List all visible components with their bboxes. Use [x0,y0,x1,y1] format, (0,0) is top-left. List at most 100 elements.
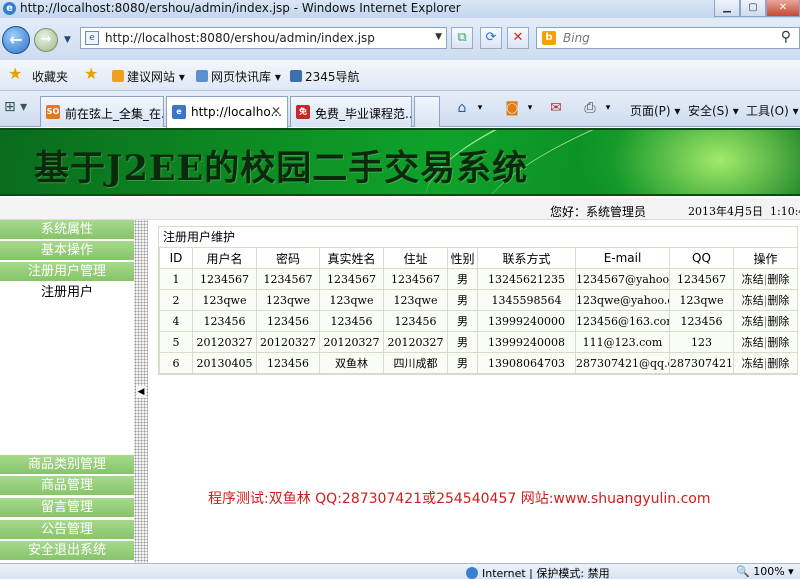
cell-password: 1234567 [256,268,320,290]
cell-phone: 13908064703 [477,352,576,374]
address-field[interactable]: e http://localhost:8080/ershou/admin/ind… [80,27,447,49]
cell-actions: 冻结|删除 [733,331,798,353]
freeze-link[interactable]: 冻结 [742,294,764,307]
page-menu[interactable]: 页面(P) ▾ [630,102,680,119]
delete-link[interactable]: 删除 [767,315,789,328]
user-maintenance-panel: 注册用户维护 ID 用户名 密码 真实姓名 住址 性别 联系方式 E-mail … [158,226,798,375]
refresh-icon[interactable]: ⟳ [480,27,502,49]
new-tab-button[interactable] [414,96,440,127]
window-controls: ▁ ▢ ✕ [714,0,800,18]
freeze-link[interactable]: 冻结 [742,273,764,286]
search-field[interactable]: b Bing ⚲ [536,27,800,49]
safety-menu[interactable]: 安全(S) ▾ [688,102,739,119]
sidebar-item-notice-management[interactable]: 公告管理 [0,520,134,540]
feeds-dropdown-icon[interactable]: ▾ [520,98,540,118]
fav-link-2345[interactable]: 2345导航 [290,68,360,85]
compatibility-view-icon[interactable]: ⧉ [451,27,473,49]
column-header: E-mail [575,247,670,269]
cell-address: 四川成都 [383,352,448,374]
zoom-level[interactable]: 🔍 100% ▾ [736,565,794,578]
cell-real-name: 123456 [319,310,384,332]
stop-icon[interactable]: ✕ [507,27,529,49]
minimize-button[interactable]: ▁ [714,0,740,17]
sidebar-item-product-management[interactable]: 商品管理 [0,476,134,496]
back-button[interactable]: ← [2,26,30,54]
cell-id: 2 [159,289,193,311]
column-header: 用户名 [192,247,257,269]
window-title: http://localhost:8080/ershou/admin/index… [20,1,461,15]
column-header: QQ [669,247,734,269]
home-icon[interactable]: ⌂ [452,98,472,118]
page-icon [290,70,302,82]
welcome-bar: 您好：系统管理员 2013年4月5日 1:10:40 [0,198,800,220]
cell-address: 1234567 [383,268,448,290]
tools-menu[interactable]: 工具(O) ▾ [746,102,799,119]
fav-link-suggested[interactable]: 建议网站 ▾ [112,68,185,85]
main-content: 注册用户维护 ID 用户名 密码 真实姓名 住址 性别 联系方式 E-mail … [148,220,800,563]
mail-icon[interactable]: ✉ [546,98,566,118]
cell-qq: 287307421 [669,352,734,374]
fav-link-webslice[interactable]: 网页快讯库 ▾ [196,68,281,85]
url-text[interactable]: http://localhost:8080/ershou/admin/index… [105,31,375,45]
feeds-icon[interactable]: ◙ [502,98,522,118]
cell-address: 123456 [383,310,448,332]
site-banner: 基于J2EE的校园二手交易系统 [0,128,800,196]
so-ku-icon: SO [46,105,60,119]
cell-id: 4 [159,310,193,332]
tab-bar: ⊞ ▾ SO 前在弦上_全集_在... e http://localho... … [0,91,800,128]
close-tab-icon[interactable]: ✕ [271,104,281,118]
sidebar-item-logout[interactable]: 安全退出系统 [0,541,134,561]
globe-icon [466,567,478,579]
freeze-link[interactable]: 冻结 [742,336,764,349]
column-header: ID [159,247,193,269]
cell-password: 20120327 [256,331,320,353]
sidebar: 系统属性 基本操作 注册用户管理 注册用户 商品类别管理 商品管理 留言管理 公… [0,220,134,563]
column-header: 真实姓名 [319,247,384,269]
address-dropdown-icon[interactable]: ▼ [435,32,442,42]
tab-label: 前在弦上_全集_在... [65,107,164,121]
freeze-link[interactable]: 冻结 [742,357,764,370]
bing-icon: b [542,31,556,45]
cell-password: 123456 [256,352,320,374]
forward-button[interactable]: → [34,28,58,52]
freeze-link[interactable]: 冻结 [742,315,764,328]
frame-splitter[interactable]: ◀ [134,220,148,563]
maximize-button[interactable]: ▢ [740,0,766,17]
sidebar-item-system-properties[interactable]: 系统属性 [0,220,134,240]
sidebar-item-category-management[interactable]: 商品类别管理 [0,455,134,475]
sidebar-item-basic-operations[interactable]: 基本操作 [0,241,134,261]
print-dropdown-icon[interactable]: ▾ [598,98,618,118]
add-favorite-icon[interactable]: ★ [84,64,98,83]
home-dropdown-icon[interactable]: ▾ [470,98,490,118]
cell-actions: 冻结|删除 [733,352,798,374]
security-zone[interactable]: Internet | 保护模式: 禁用 [466,565,610,579]
suggested-sites-icon [112,70,124,82]
sidebar-item-message-management[interactable]: 留言管理 [0,498,134,518]
sidebar-subitem-registered-users[interactable]: 注册用户 [0,283,134,303]
cell-qq: 123qwe [669,289,734,311]
delete-link[interactable]: 删除 [767,336,789,349]
delete-link[interactable]: 删除 [767,294,789,307]
cell-username: 123456 [192,310,257,332]
cell-gender: 男 [447,331,478,353]
tab-3[interactable]: 免 免费_毕业课程范... [290,96,412,127]
cell-gender: 男 [447,289,478,311]
red-site-icon: 免 [296,105,310,119]
cell-email: 111@123.com [575,331,670,353]
search-icon[interactable]: ⚲ [781,29,791,45]
cell-id: 5 [159,331,193,353]
quick-tabs-icon[interactable]: ⊞ ▾ [4,99,40,119]
delete-link[interactable]: 删除 [767,273,789,286]
close-window-button[interactable]: ✕ [766,0,800,17]
favorites-button[interactable]: 收藏夹 [32,68,68,85]
recent-pages-dropdown-icon[interactable]: ▼ [64,35,71,45]
collapse-sidebar-icon[interactable]: ◀ [136,386,146,398]
web-slice-icon [196,70,208,82]
cell-real-name: 20120327 [319,331,384,353]
tab-2[interactable]: e http://localho... ✕ [166,96,288,128]
tab-1[interactable]: SO 前在弦上_全集_在... [40,96,164,127]
sidebar-item-user-management[interactable]: 注册用户管理 [0,262,134,282]
print-icon[interactable]: ⎙ [580,98,600,118]
favorites-star-icon[interactable]: ★ [8,64,22,83]
delete-link[interactable]: 删除 [767,357,789,370]
